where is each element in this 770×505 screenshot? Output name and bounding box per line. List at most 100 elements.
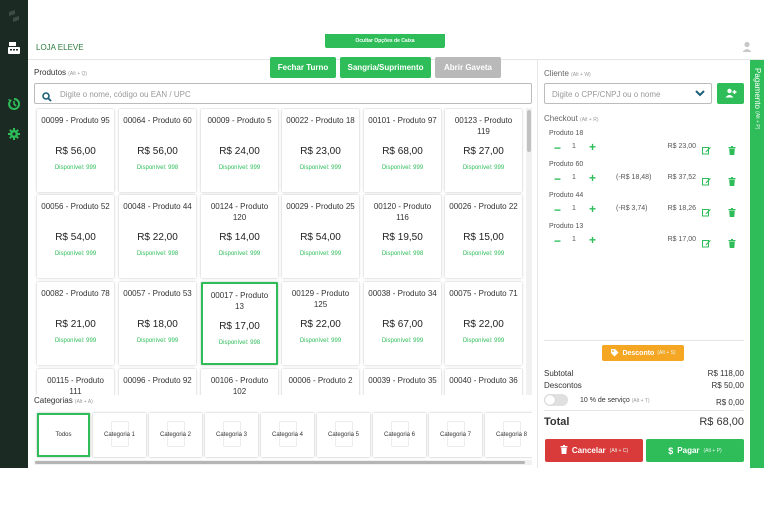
product-card[interactable]: 00026 - Produto 22 R$ 15,00 Disponível: 99… bbox=[445, 195, 522, 278]
category-tile[interactable]: Todos bbox=[37, 413, 90, 457]
client-select[interactable]: Digite o CPF/CNPJ ou o nome bbox=[544, 83, 712, 104]
cancel-button[interactable]: Cancelar (Alt + C) bbox=[545, 439, 643, 462]
category-tile[interactable]: Categoria 4 bbox=[261, 413, 314, 457]
plus-icon[interactable]: + bbox=[589, 202, 596, 216]
edit-icon[interactable] bbox=[702, 142, 711, 160]
payment-tab-label: Pagamento bbox=[753, 68, 762, 109]
category-tile[interactable]: Categoria 3 bbox=[205, 413, 258, 457]
edit-icon[interactable] bbox=[702, 204, 711, 222]
cart-item-total: R$ 37,52 bbox=[667, 174, 696, 181]
product-card[interactable]: 00006 - Produto 2 bbox=[282, 369, 359, 395]
product-stock: Disponível: 999 bbox=[218, 165, 261, 171]
category-tile[interactable]: Categoria 1 bbox=[93, 413, 146, 457]
minus-icon[interactable]: − bbox=[554, 203, 561, 217]
category-tile[interactable]: Categoria 5 bbox=[317, 413, 370, 457]
product-stock: Disponível: 999 bbox=[462, 251, 505, 257]
product-price: R$ 22,00 bbox=[463, 319, 504, 330]
cart-item: Produto 44 − 1 + (-R$ 3,74) R$ 18,26 bbox=[544, 190, 746, 221]
product-card[interactable]: 00096 - Produto 92 bbox=[119, 369, 196, 395]
product-card[interactable]: 00017 - Produto 13 R$ 17,00 Disponível: 99… bbox=[201, 282, 278, 365]
category-tile[interactable]: Categoria 2 bbox=[149, 413, 202, 457]
product-name: 00124 - Produto 120 bbox=[210, 202, 269, 222]
categories-heading: Categorias (Alt + A) bbox=[34, 396, 93, 405]
service-fee-toggle[interactable] bbox=[544, 394, 568, 406]
product-card[interactable]: 00038 - Produto 34 R$ 67,00 Disponível: 99… bbox=[364, 282, 441, 365]
gear-icon[interactable] bbox=[6, 126, 22, 142]
add-client-button[interactable] bbox=[717, 83, 744, 104]
search-input[interactable] bbox=[60, 88, 520, 100]
minus-icon[interactable]: − bbox=[554, 172, 561, 186]
product-stock: Disponível: 999 bbox=[54, 251, 97, 257]
plus-icon[interactable]: + bbox=[589, 171, 596, 185]
cart-item-qty[interactable]: 1 bbox=[572, 205, 576, 212]
product-price: R$ 17,00 bbox=[219, 321, 260, 332]
product-card[interactable]: 00009 - Produto 5 R$ 24,00 Disponível: 999 bbox=[201, 109, 278, 192]
product-card[interactable]: 00029 - Produto 25 R$ 54,00 Disponível: 99… bbox=[282, 195, 359, 278]
product-card[interactable]: 00099 - Produto 95 R$ 56,00 Disponível: 99… bbox=[37, 109, 114, 192]
scrollbar-thumb[interactable] bbox=[35, 461, 525, 464]
edit-icon[interactable] bbox=[702, 173, 711, 191]
category-tile[interactable]: Categoria 7 bbox=[429, 413, 482, 457]
trash-icon[interactable] bbox=[728, 235, 736, 253]
product-card[interactable]: 00039 - Produto 35 bbox=[364, 369, 441, 395]
user-icon[interactable] bbox=[742, 40, 752, 58]
pay-button[interactable]: $ Pagar (Alt + P) bbox=[646, 439, 744, 462]
product-card[interactable]: 00075 - Produto 71 R$ 22,00 Disponível: 99… bbox=[445, 282, 522, 365]
cart-item: Produto 18 − 1 + R$ 23,00 bbox=[544, 128, 746, 159]
cart-item-name: Produto 13 bbox=[549, 223, 584, 230]
product-card[interactable]: 00057 - Produto 53 R$ 18,00 Disponível: 99… bbox=[119, 282, 196, 365]
client-hint: (Alt + W) bbox=[571, 72, 591, 78]
edit-icon[interactable] bbox=[702, 235, 711, 253]
product-stock: Disponível: 998 bbox=[381, 251, 424, 257]
product-name: 00115 - Produto 111 bbox=[47, 376, 104, 395]
scrollbar-thumb[interactable] bbox=[527, 110, 531, 152]
product-card[interactable]: 00120 - Produto 116 R$ 19,50 Disponível: 9… bbox=[364, 195, 441, 278]
product-card[interactable]: 00123 - Produto 119 R$ 27,00 Disponível: 9… bbox=[445, 109, 522, 192]
product-card[interactable]: 00056 - Produto 52 R$ 54,00 Disponível: 99… bbox=[37, 195, 114, 278]
product-price: R$ 68,00 bbox=[382, 146, 423, 157]
minus-icon[interactable]: − bbox=[554, 234, 561, 248]
payment-side-tab[interactable]: Pagamento (Alt + P) bbox=[750, 60, 764, 468]
minus-icon[interactable]: − bbox=[554, 141, 561, 155]
cash-adjust-button[interactable]: Sangria/Suprimento bbox=[340, 57, 431, 78]
trash-icon[interactable] bbox=[728, 204, 736, 222]
client-heading: Cliente (Alt + W) bbox=[544, 69, 591, 78]
product-card[interactable]: 00082 - Produto 78 R$ 21,00 Disponível: 99… bbox=[37, 282, 114, 365]
close-shift-button[interactable]: Fechar Turno bbox=[270, 57, 336, 78]
product-grid-scrollbar[interactable] bbox=[526, 108, 532, 395]
product-card[interactable]: 00040 - Produto 36 bbox=[445, 369, 522, 395]
cart-item-qty[interactable]: 1 bbox=[572, 236, 576, 243]
category-scrollbar[interactable] bbox=[34, 460, 532, 465]
cart-item-qty[interactable]: 1 bbox=[572, 143, 576, 150]
cart-item-qty[interactable]: 1 bbox=[572, 174, 576, 181]
product-name: 00006 - Produto 2 bbox=[288, 376, 353, 385]
dollar-icon: $ bbox=[668, 445, 674, 456]
categories-label: Categorias bbox=[34, 396, 73, 405]
discount-button[interactable]: Desconto (Alt + S) bbox=[602, 345, 684, 361]
cash-register-icon[interactable] bbox=[6, 40, 22, 56]
category-label: Categoria 4 bbox=[271, 432, 304, 438]
product-card[interactable]: 00022 - Produto 18 R$ 23,00 Disponível: 99… bbox=[282, 109, 359, 192]
product-name: 00106 - Produto 102 bbox=[210, 376, 269, 395]
product-card[interactable]: 00124 - Produto 120 R$ 14,00 Disponível: 9… bbox=[201, 195, 278, 278]
product-card[interactable]: 00048 - Produto 44 R$ 22,00 Disponível: 99… bbox=[119, 195, 196, 278]
category-tile[interactable]: Categoria 8 bbox=[485, 413, 532, 457]
toggle-knob bbox=[545, 395, 555, 405]
product-card[interactable]: 00129 - Produto 125 R$ 22,00 Disponível: 9… bbox=[282, 282, 359, 365]
product-card[interactable]: 00115 - Produto 111 bbox=[37, 369, 114, 395]
open-drawer-button[interactable]: Abrir Gaveta bbox=[435, 57, 501, 78]
history-icon[interactable] bbox=[6, 96, 22, 112]
product-card[interactable]: 00101 - Produto 97 R$ 68,00 Disponível: 99… bbox=[364, 109, 441, 192]
product-name: 00048 - Produto 44 bbox=[123, 202, 192, 211]
product-card[interactable]: 00106 - Produto 102 bbox=[201, 369, 278, 395]
product-name: 00038 - Produto 34 bbox=[368, 289, 437, 298]
trash-icon[interactable] bbox=[728, 142, 736, 160]
product-price: R$ 19,50 bbox=[382, 232, 423, 243]
plus-icon[interactable]: + bbox=[589, 140, 596, 154]
plus-icon[interactable]: + bbox=[589, 233, 596, 247]
category-tile[interactable]: Categoria 6 bbox=[373, 413, 426, 457]
hide-cash-options-button[interactable]: Ocultar Opções de Caixa bbox=[325, 34, 445, 48]
product-card[interactable]: 00064 - Produto 60 R$ 56,00 Disponível: 99… bbox=[119, 109, 196, 192]
trash-icon[interactable] bbox=[728, 173, 736, 191]
divider bbox=[544, 340, 744, 341]
